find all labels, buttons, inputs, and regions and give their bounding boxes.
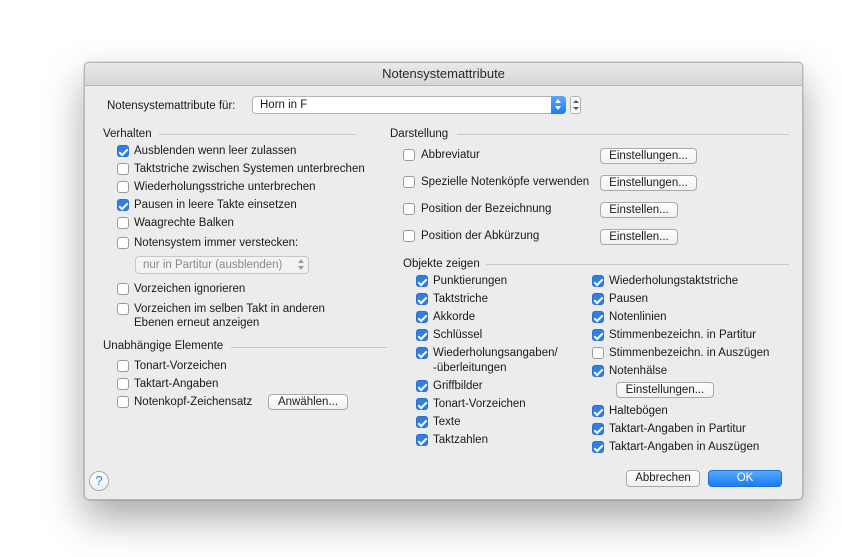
checkbox-label: Notenkopf-Zeichensatz	[134, 396, 253, 408]
checkbox-label: Taktstriche	[433, 293, 488, 305]
staff-select[interactable]: Horn in F	[252, 96, 566, 114]
checkbox[interactable]	[117, 396, 129, 408]
unabhaengig-separator	[231, 347, 387, 348]
checkbox-label: Vorzeichen ignorieren	[134, 283, 246, 295]
checkbox-label: Vorzeichen im selben Takt in anderen	[134, 303, 325, 315]
abbreviatur-settings-button[interactable]: Einstellungen...	[600, 148, 697, 164]
checkbox[interactable]	[592, 441, 604, 453]
checkbox[interactable]	[592, 365, 604, 377]
cancel-button[interactable]: Abbrechen	[626, 470, 700, 487]
checkbox[interactable]	[117, 145, 129, 157]
checkbox[interactable]	[592, 293, 604, 305]
choose-font-button[interactable]: Anwählen...	[268, 394, 348, 410]
checkbox-label: Wiederholungsstriche unterbrechen	[134, 181, 316, 193]
staff-stepper[interactable]	[570, 96, 581, 114]
checkbox[interactable]	[592, 405, 604, 417]
verhalten-separator	[159, 134, 356, 135]
bezeichnung-position-button[interactable]: Einstellen...	[600, 202, 678, 218]
hide-mode-select-value: nur in Partitur (ausblenden)	[143, 259, 283, 271]
checkbox[interactable]	[403, 176, 415, 188]
checkbox[interactable]	[592, 347, 604, 359]
checkbox[interactable]	[416, 380, 428, 392]
checkbox[interactable]	[403, 230, 415, 242]
ok-button[interactable]: OK	[708, 470, 782, 487]
checkbox-label: Notensystem immer verstecken:	[134, 237, 299, 249]
darstellung-title: Darstellung	[390, 128, 449, 140]
checkbox[interactable]	[592, 275, 604, 287]
checkbox-label: Taktart-Angaben in Auszügen	[609, 441, 760, 453]
checkbox[interactable]	[117, 163, 129, 175]
notensystemattribute-dialog: Notensystemattribute Notensystemattribut…	[84, 62, 803, 500]
checkbox[interactable]	[416, 398, 428, 410]
checkbox[interactable]	[117, 199, 129, 211]
checkbox-label: Tonart-Vorzeichen	[134, 360, 227, 372]
checkbox[interactable]	[592, 329, 604, 341]
checkbox[interactable]	[416, 347, 428, 359]
checkbox[interactable]	[117, 181, 129, 193]
checkbox-label: Taktart-Angaben in Partitur	[609, 423, 746, 435]
checkbox-label: Taktart-Angaben	[134, 378, 219, 390]
abkuerzung-position-button[interactable]: Einstellen...	[600, 229, 678, 245]
checkbox[interactable]	[416, 329, 428, 341]
verhalten-title: Verhalten	[103, 128, 152, 140]
checkbox-label: Wiederholungsangaben/	[433, 347, 558, 359]
checkbox-label-line2: -überleitungen	[433, 362, 507, 374]
checkbox-label: Pausen	[609, 293, 649, 305]
checkbox-label: Spezielle Notenköpfe verwenden	[421, 176, 590, 188]
checkbox[interactable]	[117, 360, 129, 372]
checkbox[interactable]	[416, 416, 428, 428]
checkbox-label-line2: Ebenen erneut anzeigen	[134, 317, 260, 329]
checkbox[interactable]	[117, 378, 129, 390]
checkbox[interactable]	[592, 423, 604, 435]
select-arrows-icon	[294, 256, 309, 274]
checkbox[interactable]	[117, 303, 129, 315]
checkbox-label: Pausen in leere Takte einsetzen	[134, 199, 297, 211]
checkbox-label: Taktzahlen	[433, 434, 488, 446]
checkbox[interactable]	[117, 237, 129, 249]
checkbox-label: Tonart-Vorzeichen	[433, 398, 526, 410]
checkbox-label: Stimmenbezeichn. in Auszügen	[609, 347, 770, 359]
checkbox-label: Haltebögen	[609, 405, 668, 417]
checkbox[interactable]	[403, 149, 415, 161]
stepper-up-icon	[573, 100, 579, 103]
objekte-separator	[486, 264, 789, 265]
hide-mode-select[interactable]: nur in Partitur (ausblenden)	[135, 256, 309, 274]
stems-settings-button[interactable]: Einstellungen...	[616, 382, 714, 398]
checkbox-label: Position der Abkürzung	[421, 230, 540, 242]
checkbox-label: Notenhälse	[609, 365, 668, 377]
checkbox[interactable]	[416, 311, 428, 323]
help-button[interactable]: ?	[89, 471, 109, 491]
checkbox[interactable]	[117, 217, 129, 229]
checkbox-label: Texte	[433, 416, 461, 428]
checkbox[interactable]	[416, 275, 428, 287]
checkbox-label: Wiederholungstaktstriche	[609, 275, 739, 287]
dialog-title: Notensystemattribute	[85, 63, 802, 86]
checkbox-label: Notenlinien	[609, 311, 667, 323]
checkbox[interactable]	[117, 283, 129, 295]
checkbox-label: Abbreviatur	[421, 149, 480, 161]
checkbox-label: Ausblenden wenn leer zulassen	[134, 145, 297, 157]
checkbox[interactable]	[416, 434, 428, 446]
darstellung-separator	[457, 134, 789, 135]
checkbox-label: Griffbilder	[433, 380, 483, 392]
checkbox[interactable]	[592, 311, 604, 323]
checkbox-label: Schlüssel	[433, 329, 483, 341]
staff-select-value: Horn in F	[260, 99, 308, 111]
select-arrows-icon	[551, 96, 566, 114]
checkbox[interactable]	[416, 293, 428, 305]
checkbox-label: Position der Bezeichnung	[421, 203, 552, 215]
checkbox-label: Akkorde	[433, 311, 476, 323]
stepper-down-icon	[573, 107, 579, 110]
unabhaengig-title: Unabhängige Elemente	[103, 340, 224, 352]
checkbox-label: Waagrechte Balken	[134, 217, 234, 229]
staff-select-label: Notensystemattribute für:	[107, 100, 236, 112]
checkbox-label: Taktstriche zwischen Systemen unterbrech…	[134, 163, 365, 175]
notenkoepfe-settings-button[interactable]: Einstellungen...	[600, 175, 697, 191]
objekte-title: Objekte zeigen	[403, 258, 480, 270]
checkbox-label: Punktierungen	[433, 275, 508, 287]
checkbox-label: Stimmenbezeichn. in Partitur	[609, 329, 757, 341]
checkbox[interactable]	[403, 203, 415, 215]
